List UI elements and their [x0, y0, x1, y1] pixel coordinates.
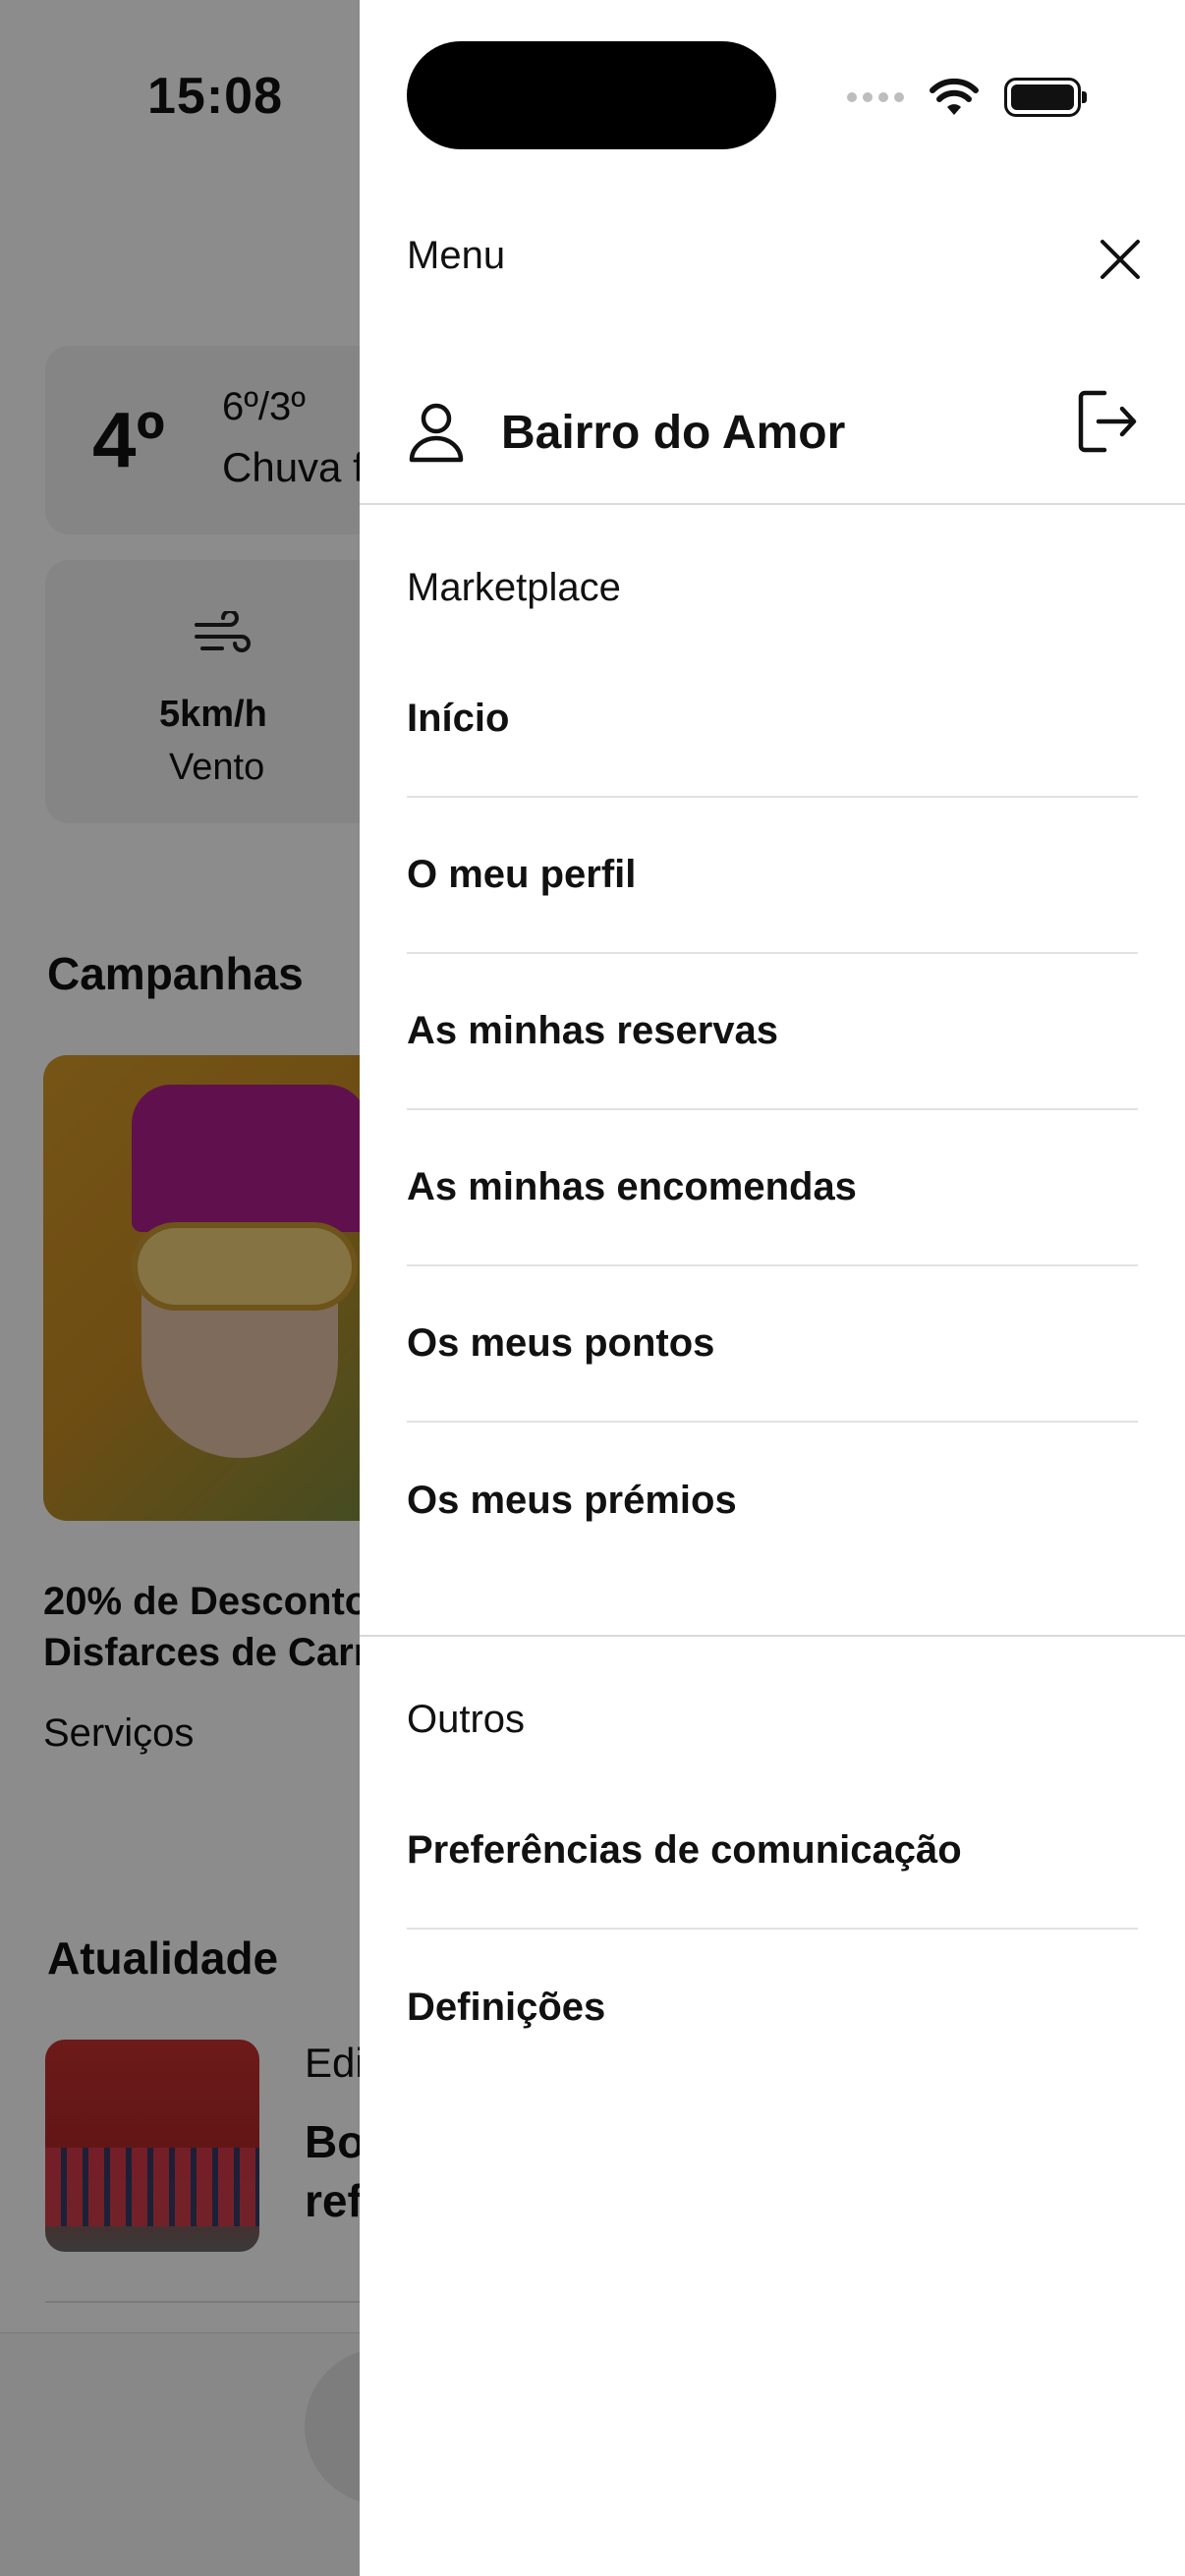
marketplace-menu-list: Início O meu perfil As minhas reservas A…: [407, 642, 1138, 1579]
side-menu-drawer: Menu Bairro do Amor Marketplace Início O…: [360, 0, 1185, 2576]
wifi-icon: [930, 78, 979, 115]
user-profile-row[interactable]: Bairro do Amor: [407, 393, 1144, 472]
menu-item-meus-pontos[interactable]: Os meus pontos: [407, 1266, 1138, 1423]
logout-icon[interactable]: [1077, 387, 1142, 456]
close-button[interactable]: [1093, 232, 1148, 287]
close-icon: [1100, 240, 1140, 279]
dynamic-island: [407, 41, 776, 149]
menu-item-minhas-encomendas[interactable]: As minhas encomendas: [407, 1110, 1138, 1266]
menu-item-meu-perfil[interactable]: O meu perfil: [407, 798, 1138, 954]
section-divider: [360, 1635, 1185, 1637]
outros-menu-list: Preferências de comunicação Definições: [407, 1773, 1138, 2086]
user-icon: [409, 403, 464, 463]
battery-icon: [1004, 78, 1087, 117]
menu-item-definicoes[interactable]: Definições: [407, 1930, 1138, 2086]
section-outros-label: Outros: [407, 1698, 526, 1741]
header-divider: [360, 503, 1185, 505]
status-icons: [847, 75, 1087, 120]
section-marketplace-label: Marketplace: [407, 566, 621, 609]
cellular-signal-icon: [847, 92, 904, 102]
menu-item-minhas-reservas[interactable]: As minhas reservas: [407, 954, 1138, 1110]
menu-item-meus-premios[interactable]: Os meus prémios: [407, 1423, 1138, 1579]
menu-title: Menu: [407, 234, 506, 277]
user-name: Bairro do Amor: [501, 406, 846, 459]
menu-item-inicio[interactable]: Início: [407, 642, 1138, 798]
menu-item-preferencias-comunicacao[interactable]: Preferências de comunicação: [407, 1773, 1138, 1930]
